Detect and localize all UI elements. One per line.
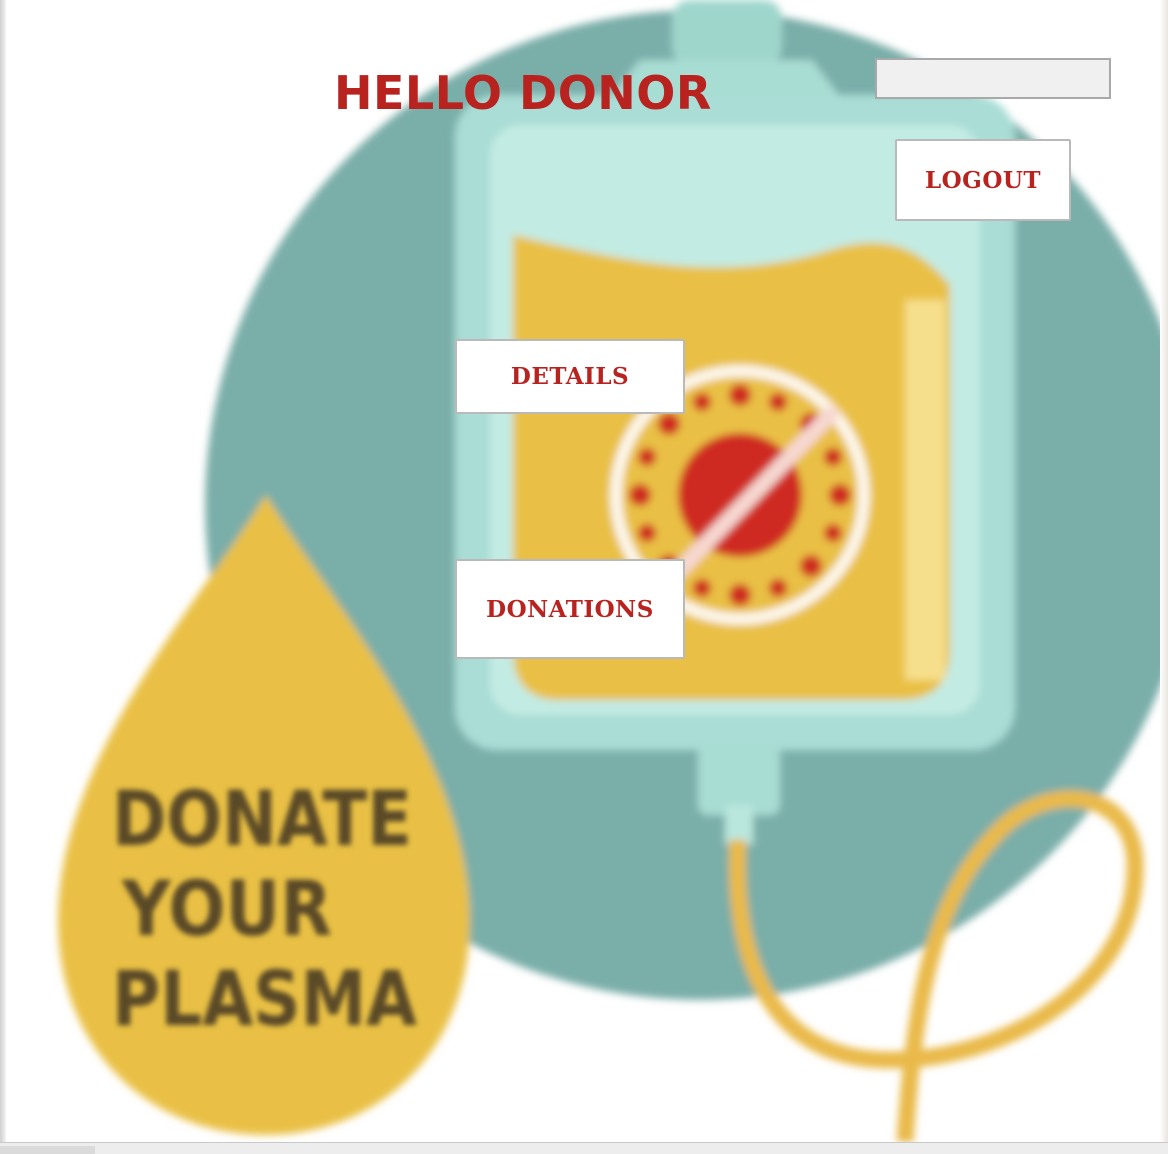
poster-text-plasma: PLASMA [112,954,417,1043]
name-field[interactable] [875,58,1111,99]
logout-button[interactable]: LOGOUT [895,139,1071,221]
bag-hanger [672,0,782,65]
donations-button[interactable]: DONATIONS [455,559,685,659]
window-right-border [1160,0,1168,1142]
horizontal-scrollbar[interactable] [0,1142,1168,1154]
window-left-border [0,0,6,1142]
poster-text-donate: DONATE [112,774,412,863]
donor-home-window: DONATE YOUR PLASMA HELLO DONOR LOGOUT DE… [0,0,1168,1154]
poster-text-your: YOUR [121,864,332,953]
bag-outlet [698,745,780,815]
virus-body [678,433,802,557]
scrollbar-thumb[interactable] [0,1146,95,1154]
page-title: HELLO DONOR [334,66,712,120]
details-button[interactable]: DETAILS [455,339,685,414]
